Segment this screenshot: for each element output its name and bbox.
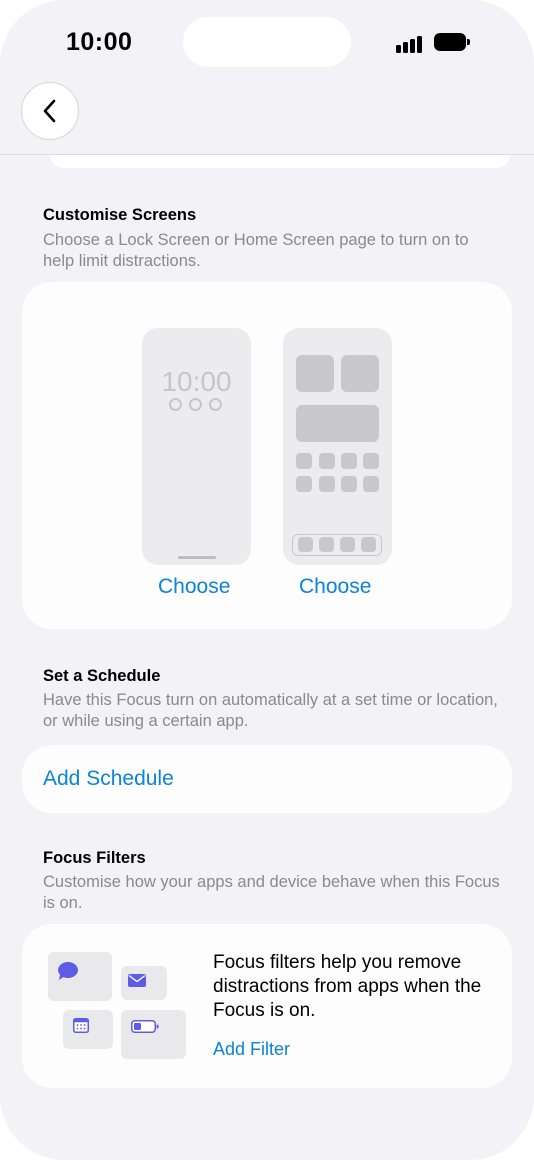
lock-screen-time: 10:00 [161,366,232,397]
app-icon [341,453,357,469]
widget [296,355,334,392]
app-icon [363,476,379,492]
app-icon [319,453,335,469]
add-schedule-card[interactable]: Add Schedule [22,745,512,813]
widget [341,355,379,392]
battery-icon [131,1020,159,1033]
customise-screens-title: Customise Screens [43,206,197,224]
add-schedule-button[interactable]: Add Schedule [43,767,174,791]
focus-filters-info: Focus filters help you remove distractio… [213,952,482,1021]
chevron-left-icon [43,99,56,123]
home-indicator [178,556,216,559]
schedule-title: Set a Schedule [43,667,161,685]
app-icon [363,453,379,469]
status-time: 10:00 [66,28,133,56]
cellular-signal-icon [396,33,424,53]
app-icon [296,453,312,469]
focus-filters-description: Customise how your apps and device behav… [43,873,500,912]
lock-screen-widgets [169,398,225,414]
customise-screens-card: 10:00 Choose Choose [22,282,512,629]
focus-filters-card: Focus filters help you remove distractio… [22,924,512,1088]
dock [292,534,382,556]
focus-filters-title: Focus Filters [43,849,146,867]
add-filter-button[interactable]: Add Filter [213,1039,290,1060]
battery-icon [434,33,470,51]
dynamic-island [183,17,351,67]
calendar-icon [73,1018,89,1033]
choose-home-screen-button[interactable]: Choose [299,575,371,599]
wide-widget [296,405,379,442]
message-bubble-icon [58,962,78,980]
app-icon [296,476,312,492]
device-screen: 10:00 Customise Screens Choose a Lock Sc… [0,0,534,1160]
home-screen-preview[interactable] [283,328,392,565]
lock-screen-preview[interactable]: 10:00 [142,328,251,565]
back-button[interactable] [21,82,79,140]
app-icon [319,476,335,492]
customise-screens-description: Choose a Lock Screen or Home Screen page… [43,231,469,270]
mail-icon [128,974,146,987]
app-icon [341,476,357,492]
previous-card-edge [50,155,510,168]
navigation-bar [0,80,534,155]
status-bar: 10:00 [0,0,534,90]
schedule-description: Have this Focus turn on automatically at… [43,691,498,730]
choose-lock-screen-button[interactable]: Choose [158,575,230,599]
